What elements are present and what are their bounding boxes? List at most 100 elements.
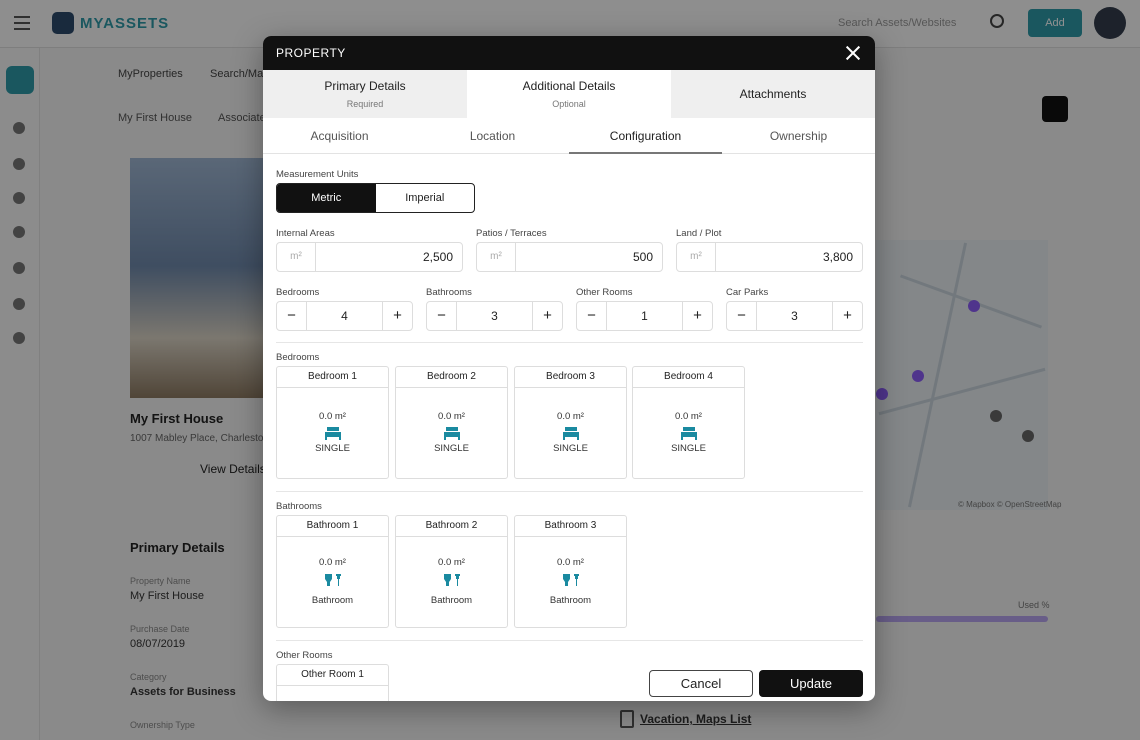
room-area: 0.0 m² xyxy=(675,411,702,422)
step-tabs: Primary Details Required Additional Deta… xyxy=(263,70,875,118)
room-name: Bedroom 1 xyxy=(277,367,388,388)
bathrooms-stepper: − 3 + xyxy=(426,301,563,331)
bedrooms-stepper: − 4 + xyxy=(276,301,413,331)
room-type: SINGLE xyxy=(553,443,588,454)
step-attachments[interactable]: Attachments xyxy=(671,70,875,118)
bed-icon xyxy=(444,427,460,440)
room-type: Bathroom xyxy=(430,595,473,606)
unit-label: m² xyxy=(277,243,316,271)
other-rooms-section-label: Other Rooms xyxy=(276,650,333,661)
room-name: Bedroom 4 xyxy=(633,367,744,388)
cancel-button[interactable]: Cancel xyxy=(649,670,753,697)
bedrooms-count-label: Bedrooms xyxy=(276,287,320,298)
room-name: Bathroom 3 xyxy=(515,516,626,537)
bedroom-card[interactable]: Bedroom 2 0.0 m² SINGLE xyxy=(395,366,508,479)
other-room-card[interactable]: Other Room 1 xyxy=(276,664,389,701)
measurement-units-label: Measurement Units xyxy=(276,169,359,180)
room-type: SINGLE xyxy=(315,443,350,454)
room-type: SINGLE xyxy=(434,443,469,454)
room-name: Bedroom 3 xyxy=(515,367,626,388)
bedroom-card[interactable]: Bedroom 1 0.0 m² SINGLE xyxy=(276,366,389,479)
bath-shower-icon xyxy=(444,574,460,586)
property-modal: PROPERTY Primary Details Required Additi… xyxy=(263,36,875,701)
room-area: 0.0 m² xyxy=(319,411,346,422)
bedrooms-section-label: Bedrooms xyxy=(276,352,320,363)
room-area: 0.0 m² xyxy=(557,557,584,568)
car-parks-stepper: − 3 + xyxy=(726,301,863,331)
modal-body[interactable]: Measurement Units Metric Imperial Intern… xyxy=(263,155,875,701)
bathrooms-section-label: Bathrooms xyxy=(276,501,322,512)
divider xyxy=(276,342,863,343)
land-plot-label: Land / Plot xyxy=(676,228,722,239)
decrement-button[interactable]: − xyxy=(727,302,756,330)
step-sublabel: Required xyxy=(346,99,384,109)
stepper-value[interactable]: 3 xyxy=(456,302,533,330)
tab-acquisition[interactable]: Acquisition xyxy=(263,118,416,154)
decrement-button[interactable]: − xyxy=(577,302,606,330)
bed-icon xyxy=(563,427,579,440)
unit-imperial-button[interactable]: Imperial xyxy=(376,184,475,212)
room-type: SINGLE xyxy=(671,443,706,454)
update-button[interactable]: Update xyxy=(759,670,863,697)
tab-configuration[interactable]: Configuration xyxy=(569,118,722,154)
unit-label: m² xyxy=(677,243,716,271)
tab-location[interactable]: Location xyxy=(416,118,569,154)
bath-shower-icon xyxy=(325,574,341,586)
tab-ownership[interactable]: Ownership xyxy=(722,118,875,154)
bath-shower-icon xyxy=(563,574,579,586)
land-plot-field[interactable]: m² 3,800 xyxy=(676,242,863,272)
step-label: Additional Details xyxy=(522,79,616,93)
bed-icon xyxy=(681,427,697,440)
increment-button[interactable]: + xyxy=(683,302,712,330)
step-additional-details[interactable]: Additional Details Optional xyxy=(467,70,671,118)
modal-title: PROPERTY xyxy=(276,46,346,60)
close-icon[interactable] xyxy=(843,43,863,63)
decrement-button[interactable]: − xyxy=(427,302,456,330)
room-area: 0.0 m² xyxy=(319,557,346,568)
room-name: Other Room 1 xyxy=(277,665,388,686)
patios-terraces-label: Patios / Terraces xyxy=(476,228,547,239)
stepper-value[interactable]: 3 xyxy=(756,302,833,330)
room-area: 0.0 m² xyxy=(557,411,584,422)
unit-metric-button[interactable]: Metric xyxy=(277,184,376,212)
divider xyxy=(276,491,863,492)
room-name: Bathroom 1 xyxy=(277,516,388,537)
room-name: Bathroom 2 xyxy=(396,516,507,537)
bedroom-card[interactable]: Bedroom 4 0.0 m² SINGLE xyxy=(632,366,745,479)
increment-button[interactable]: + xyxy=(833,302,862,330)
internal-areas-label: Internal Areas xyxy=(276,228,335,239)
other-rooms-count-label: Other Rooms xyxy=(576,287,633,298)
area-value[interactable]: 3,800 xyxy=(716,243,862,271)
step-label: Primary Details xyxy=(324,79,406,93)
internal-areas-field[interactable]: m² 2,500 xyxy=(276,242,463,272)
patios-terraces-field[interactable]: m² 500 xyxy=(476,242,663,272)
room-type: Bathroom xyxy=(311,595,354,606)
modal-header: PROPERTY xyxy=(263,36,875,70)
stepper-value[interactable]: 1 xyxy=(606,302,683,330)
room-area: 0.0 m² xyxy=(438,411,465,422)
car-parks-count-label: Car Parks xyxy=(726,287,769,298)
unit-toggle: Metric Imperial xyxy=(276,183,475,213)
bedroom-card[interactable]: Bedroom 3 0.0 m² SINGLE xyxy=(514,366,627,479)
stepper-value[interactable]: 4 xyxy=(306,302,383,330)
step-primary-details[interactable]: Primary Details Required xyxy=(263,70,467,118)
bed-icon xyxy=(325,427,341,440)
room-area: 0.0 m² xyxy=(438,557,465,568)
subtabs: Acquisition Location Configuration Owner… xyxy=(263,118,875,154)
other-rooms-stepper: − 1 + xyxy=(576,301,713,331)
area-value[interactable]: 500 xyxy=(516,243,662,271)
step-label: Attachments xyxy=(739,87,807,101)
divider xyxy=(276,640,863,641)
decrement-button[interactable]: − xyxy=(277,302,306,330)
increment-button[interactable]: + xyxy=(533,302,562,330)
unit-label: m² xyxy=(477,243,516,271)
bathroom-card[interactable]: Bathroom 3 0.0 m² Bathroom xyxy=(514,515,627,628)
bathroom-card[interactable]: Bathroom 1 0.0 m² Bathroom xyxy=(276,515,389,628)
room-type: Bathroom xyxy=(549,595,592,606)
increment-button[interactable]: + xyxy=(383,302,412,330)
area-value[interactable]: 2,500 xyxy=(316,243,462,271)
room-name: Bedroom 2 xyxy=(396,367,507,388)
bathroom-card[interactable]: Bathroom 2 0.0 m² Bathroom xyxy=(395,515,508,628)
step-sublabel: Optional xyxy=(552,99,586,109)
bathrooms-count-label: Bathrooms xyxy=(426,287,472,298)
